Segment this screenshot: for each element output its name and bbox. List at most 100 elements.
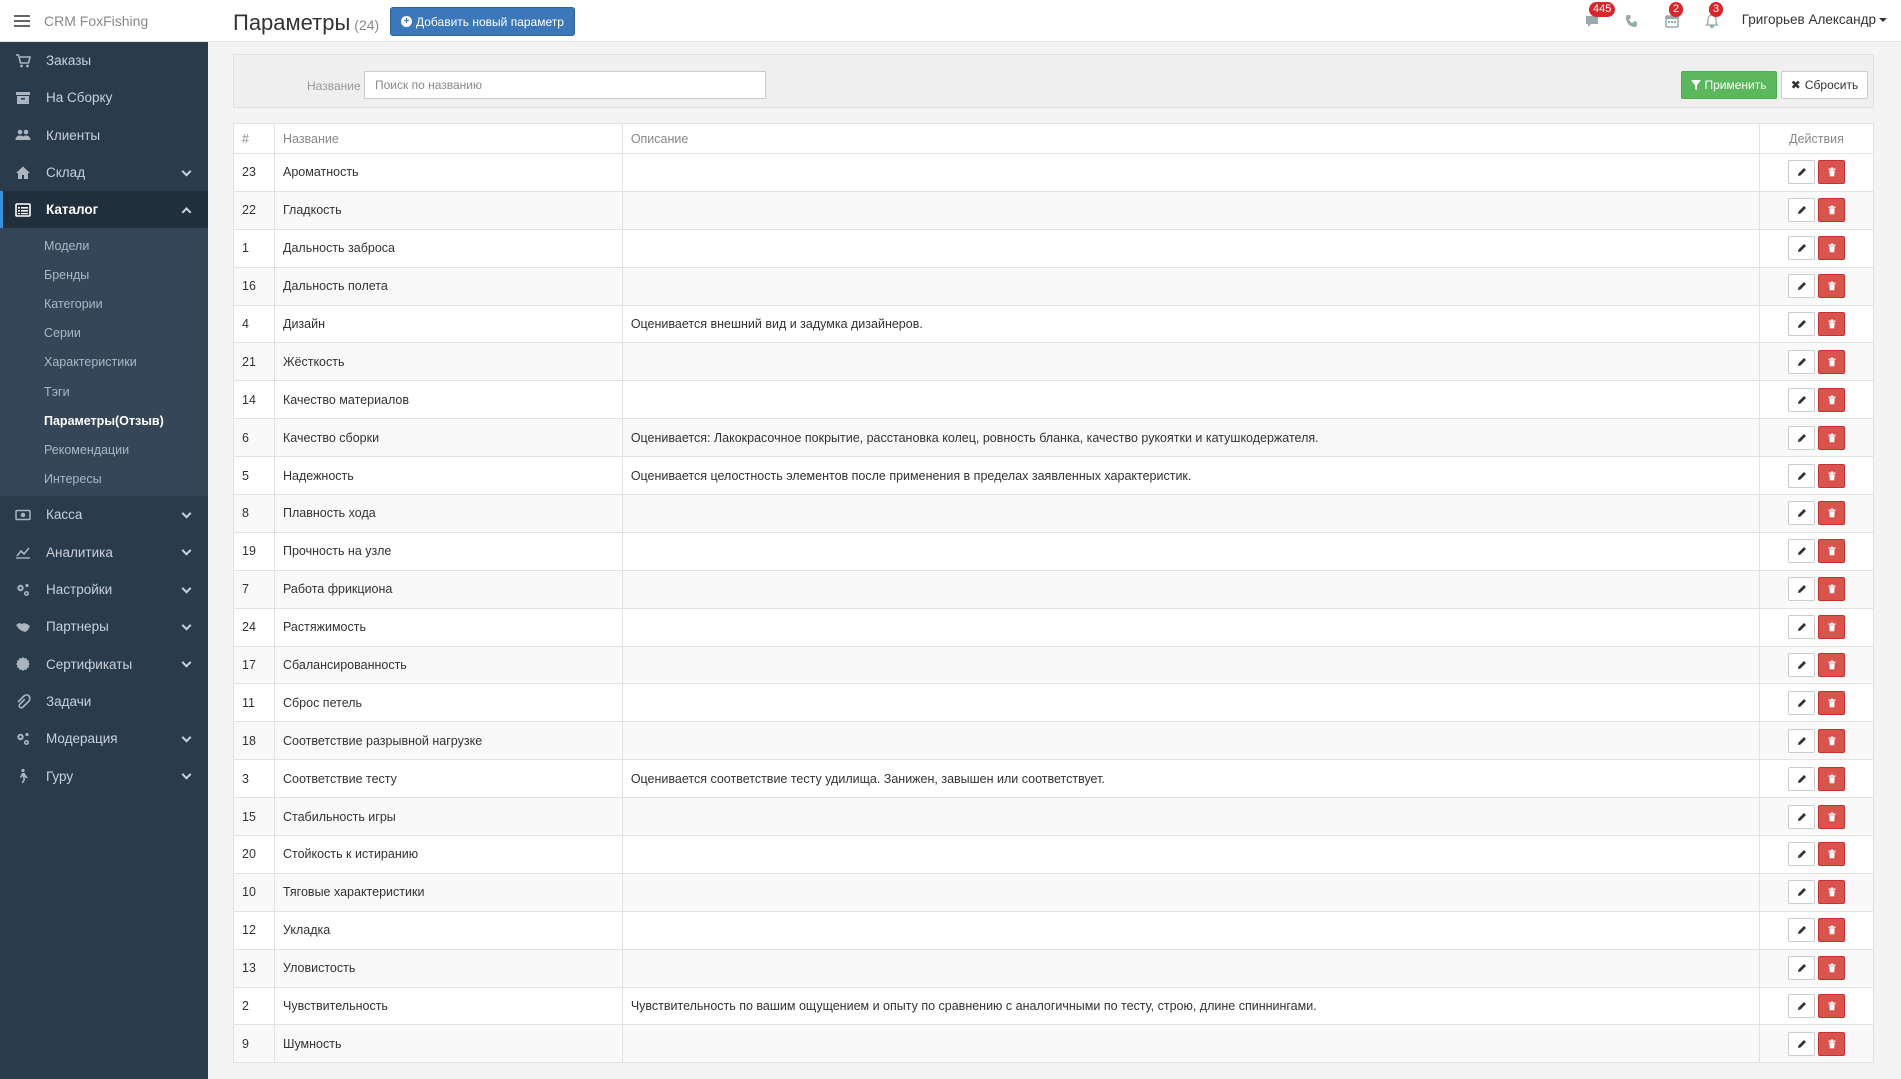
cell-description: [621, 228, 1761, 268]
delete-button[interactable]: [1818, 387, 1845, 412]
trash-icon: [1828, 1001, 1835, 1011]
chevron-down-icon: [181, 657, 192, 668]
edit-button[interactable]: [1788, 312, 1815, 336]
cell-description: [621, 569, 1761, 609]
search-name-input[interactable]: [364, 71, 766, 99]
delete-button[interactable]: [1818, 463, 1845, 488]
edit-button[interactable]: [1788, 349, 1815, 374]
edit-button[interactable]: [1788, 804, 1815, 829]
sidebar-item-bottom-0[interactable]: Касса: [0, 496, 208, 533]
money-icon: [14, 506, 32, 524]
phone-button[interactable]: [1621, 10, 1643, 32]
delete-button[interactable]: [1818, 956, 1845, 981]
handshake-icon: [14, 618, 32, 636]
cell-description: [621, 153, 1761, 192]
messages-badge: 445: [1589, 2, 1616, 17]
reset-filter-button[interactable]: ✖ Сбросить: [1781, 71, 1868, 99]
sidebar-item-catalog[interactable]: Каталог: [0, 191, 208, 229]
edit-button[interactable]: [1788, 918, 1815, 943]
edit-button[interactable]: [1788, 539, 1815, 564]
delete-button[interactable]: [1818, 501, 1845, 526]
cell-actions: [1759, 607, 1874, 647]
edit-button[interactable]: [1788, 842, 1815, 867]
submenu-item-1[interactable]: Бренды: [0, 261, 208, 290]
delete-button[interactable]: [1818, 236, 1845, 261]
submenu-item-6[interactable]: Параметры(Отзыв): [0, 406, 208, 435]
edit-button[interactable]: [1788, 425, 1815, 450]
sidebar-item-bottom-1[interactable]: Аналитика: [0, 534, 208, 571]
delete-button[interactable]: [1818, 349, 1845, 374]
edit-button[interactable]: [1788, 766, 1815, 791]
notifications-button[interactable]: 3: [1701, 2, 1724, 32]
walker-icon: [14, 767, 32, 785]
sidebar-item-bottom-4[interactable]: Сертификаты: [0, 646, 208, 683]
delete-button[interactable]: [1818, 160, 1845, 185]
tasks-button[interactable]: 2: [1661, 2, 1684, 32]
edit-button[interactable]: [1788, 1031, 1815, 1056]
edit-button[interactable]: [1788, 653, 1815, 678]
delete-button[interactable]: [1818, 539, 1845, 564]
edit-button[interactable]: [1788, 577, 1815, 602]
delete-button[interactable]: [1818, 880, 1845, 905]
delete-button[interactable]: [1818, 577, 1845, 602]
user-menu[interactable]: Григорьев Александр: [1742, 12, 1887, 27]
edit-button[interactable]: [1788, 956, 1815, 981]
sidebar-item-bottom-6[interactable]: Модерация: [0, 720, 208, 757]
delete-button[interactable]: [1818, 804, 1845, 829]
sidebar-item-bottom-2[interactable]: Настройки: [0, 571, 208, 608]
sidebar-item-top-1[interactable]: На Сборку: [0, 79, 208, 116]
submenu-item-3[interactable]: Серии: [0, 319, 208, 348]
edit-button[interactable]: [1788, 198, 1815, 223]
row-actions: [1768, 880, 1865, 905]
delete-button[interactable]: [1818, 728, 1845, 753]
sidebar-item-top-3[interactable]: Склад: [0, 154, 208, 191]
menu-toggle-icon[interactable]: [14, 14, 30, 27]
delete-button[interactable]: [1818, 198, 1845, 223]
submenu-item-5[interactable]: Тэги: [0, 377, 208, 406]
cell-description: [621, 607, 1761, 647]
sidebar-item-top-0[interactable]: Заказы: [0, 42, 208, 79]
submenu-item-2[interactable]: Категории: [0, 290, 208, 319]
cell-actions: [1759, 418, 1874, 458]
edit-button[interactable]: [1788, 690, 1815, 715]
edit-button[interactable]: [1788, 387, 1815, 412]
delete-button[interactable]: [1818, 690, 1845, 715]
delete-button[interactable]: [1818, 1031, 1845, 1056]
delete-button[interactable]: [1818, 274, 1845, 299]
delete-button[interactable]: [1818, 766, 1845, 791]
edit-button[interactable]: [1788, 501, 1815, 526]
submenu-item-7[interactable]: Рекомендации: [0, 435, 208, 464]
cell-description: [621, 721, 1761, 761]
delete-button[interactable]: [1818, 425, 1845, 450]
messages-button[interactable]: 445: [1581, 2, 1616, 32]
sidebar-item-top-2[interactable]: Клиенты: [0, 117, 208, 154]
delete-button[interactable]: [1818, 615, 1845, 640]
sidebar-item-bottom-7[interactable]: Гуру: [0, 757, 208, 794]
sidebar-item-bottom-5[interactable]: Задачи: [0, 683, 208, 720]
delete-button[interactable]: [1818, 653, 1845, 678]
edit-button[interactable]: [1788, 160, 1815, 185]
column-header-actions: Действия: [1759, 123, 1874, 154]
add-parameter-button[interactable]: + Добавить новый параметр: [390, 7, 575, 36]
submenu-item-0[interactable]: Модели: [0, 231, 208, 260]
submenu-item-4[interactable]: Характеристики: [0, 348, 208, 377]
edit-button[interactable]: [1788, 236, 1815, 261]
edit-button[interactable]: [1788, 274, 1815, 299]
table-row: 18 Соответствие разрывной нагрузке: [233, 721, 1874, 761]
delete-button[interactable]: [1818, 312, 1845, 336]
submenu-item-8[interactable]: Интересы: [0, 464, 208, 493]
edit-button[interactable]: [1788, 880, 1815, 905]
phone-icon: [1626, 15, 1637, 27]
edit-button[interactable]: [1788, 463, 1815, 488]
row-actions: [1768, 577, 1865, 602]
edit-button[interactable]: [1788, 728, 1815, 753]
trash-icon: [1828, 167, 1835, 177]
cell-actions: [1759, 266, 1874, 306]
edit-button[interactable]: [1788, 994, 1815, 1019]
delete-button[interactable]: [1818, 918, 1845, 943]
delete-button[interactable]: [1818, 842, 1845, 867]
delete-button[interactable]: [1818, 994, 1845, 1019]
sidebar-item-bottom-3[interactable]: Партнеры: [0, 608, 208, 645]
apply-filter-button[interactable]: Применить: [1681, 71, 1777, 99]
edit-button[interactable]: [1788, 615, 1815, 640]
